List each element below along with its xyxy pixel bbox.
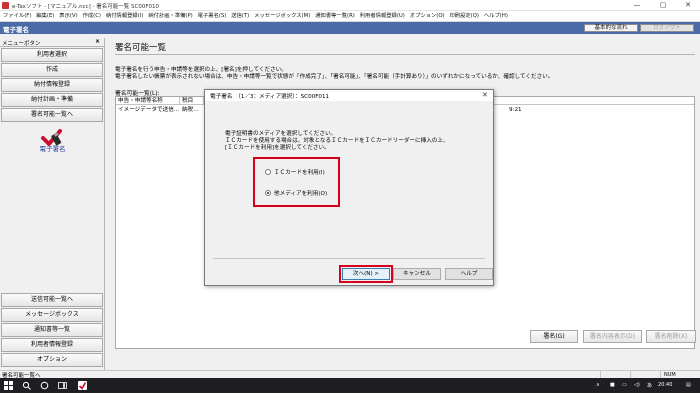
ic-card-radio[interactable] (265, 169, 271, 175)
table-cell-tax[interactable]: 納税… (180, 106, 204, 114)
ime-icon[interactable]: あ (647, 382, 652, 389)
payment-info-button[interactable]: 納付情報登録 (1, 78, 103, 92)
menu-send[interactable]: 送信(T) (228, 11, 249, 22)
close-icon[interactable]: ✕ (677, 0, 699, 11)
instruction-text-2: 電子署名したい帳票が表示されない場合は、申告・申請等一覧で状態が「作成完了」、「… (115, 74, 554, 80)
dialog-titlebar: 電子署名 （1／3：メディア選択）：SC00F011 ✕ (205, 90, 493, 101)
status-bar: 署名可能一覧へ NUM (0, 370, 700, 379)
menu-create[interactable]: 作成(C) (80, 11, 101, 22)
payment-plan-button[interactable]: 納付計画・準備 (1, 93, 103, 107)
window-title: e-Taxソフト - [マニュアル.ncc] - 署名可能一覧 SC00F010 (12, 4, 160, 10)
window-titlebar: e-Taxソフト - [マニュアル.ncc] - 署名可能一覧 SC00F010… (0, 0, 700, 11)
title-divider (115, 54, 695, 55)
menu-help[interactable]: ヘルプ(H) (481, 11, 508, 22)
table-cell-name[interactable]: イメージデータで送信… (116, 106, 180, 114)
menu-options[interactable]: オプション(O) (407, 11, 445, 22)
search-icon[interactable] (22, 381, 31, 390)
menu-signature[interactable]: 電子署名(S) (195, 11, 227, 22)
other-media-radio[interactable] (265, 190, 271, 196)
menu-user-info[interactable]: 利用者情報登録(U) (357, 11, 405, 22)
menu-print-settings[interactable]: 印刷設定(Q) (446, 11, 479, 22)
menu-panel-header: メニューボタン × (0, 38, 104, 47)
menu-message-box[interactable]: メッセージボックス(M) (251, 11, 310, 22)
task-view-icon[interactable] (58, 381, 67, 390)
menu-panel-label: メニューボタン (2, 41, 41, 47)
section-title: 電子署名 (3, 26, 29, 34)
create-button[interactable]: 作成 (1, 63, 103, 77)
next-button[interactable]: 次へ(N) > (342, 268, 390, 280)
network-icon[interactable]: ▭ (622, 382, 627, 388)
signable-list-button[interactable]: 署名可能一覧へ (1, 108, 103, 122)
media-option-group: ＩＣカードを利用(I) 他メディアを利用(O) (253, 157, 340, 207)
sign-button[interactable]: 署名(G) (530, 330, 578, 343)
notices-button[interactable]: 通知書等一覧 (1, 323, 103, 337)
dialog-divider (213, 258, 485, 259)
other-media-option-label[interactable]: 他メディアを利用(O) (274, 189, 327, 197)
view-signature-button[interactable]: 署名内容表示(D) (583, 330, 642, 343)
page-title: 署名可能一覧 (115, 43, 167, 53)
app-icon (2, 2, 9, 9)
column-header-tax[interactable]: 税目 (180, 97, 204, 105)
user-info-button[interactable]: 利用者情報登録 (1, 338, 103, 352)
menu-payment-info[interactable]: 納付情報登録(I) (103, 11, 143, 22)
dialog-title: 電子署名 （1／3：メディア選択）：SC00F011 (210, 94, 330, 100)
ic-card-option-label[interactable]: ＩＣカードを利用(I) (274, 168, 325, 176)
message-box-button[interactable]: メッセージボックス (1, 308, 103, 322)
cancel-button[interactable]: キャンセル (393, 268, 441, 280)
current-mode-label: 電子署名 (39, 145, 66, 153)
volume-icon[interactable]: ◁) (634, 382, 640, 388)
logout-button[interactable]: ログアウト (640, 24, 694, 32)
dialog-close-icon[interactable]: ✕ (482, 91, 488, 99)
menu-view[interactable]: 表示(V) (56, 11, 77, 22)
delete-signature-button[interactable]: 署名削除(X) (646, 330, 696, 343)
section-header: 電子署名 基本的な流れ ログアウト (0, 22, 700, 34)
dialog-text-3: [ＩＣカードを利用]を選択してください。 (225, 145, 330, 151)
maximize-icon[interactable]: ▢ (652, 0, 674, 11)
etax-app-icon[interactable] (78, 381, 87, 390)
table-cell-time[interactable]: 9:21 (507, 106, 537, 114)
tray-app-icon[interactable]: ■ (610, 382, 615, 388)
menu-file[interactable]: ファイル(F) (0, 11, 31, 22)
taskbar: ∧ ■ ▭ ◁) あ 20:40 ▤ (0, 378, 700, 393)
menu-notices[interactable]: 通知書等一覧(R) (312, 11, 355, 22)
panel-close-icon[interactable]: × (95, 38, 100, 45)
menu-edit[interactable]: 編集(E) (33, 11, 54, 22)
options-button[interactable]: オプション (1, 353, 103, 367)
menu-payment-plan[interactable]: 納付計画・準備(P) (145, 11, 192, 22)
minimize-icon[interactable]: — (626, 0, 648, 11)
sendable-list-button[interactable]: 送信可能一覧へ (1, 293, 103, 307)
notification-icon[interactable]: ▤ (686, 382, 691, 388)
windows-start-icon[interactable] (4, 381, 13, 390)
column-header-name[interactable]: 申告・申請等名称 (116, 97, 180, 105)
menu-bar: ファイル(F) 編集(E) 表示(V) 作成(C) 納付情報登録(I) 納付計画… (0, 11, 700, 22)
tray-up-icon[interactable]: ∧ (596, 382, 600, 388)
basic-flow-button[interactable]: 基本的な流れ (584, 24, 638, 32)
media-select-dialog: 電子署名 （1／3：メディア選択）：SC00F011 ✕ 電子証明書のメディアを… (204, 89, 494, 286)
cortana-icon[interactable] (40, 381, 49, 390)
menu-panel: メニューボタン × 利用者選択 作成 納付情報登録 納付計画・準備 署名可能一覧… (0, 38, 105, 370)
help-button[interactable]: ヘルプ (445, 268, 493, 280)
clock-text[interactable]: 20:40 (658, 382, 672, 388)
user-select-button[interactable]: 利用者選択 (1, 48, 103, 62)
